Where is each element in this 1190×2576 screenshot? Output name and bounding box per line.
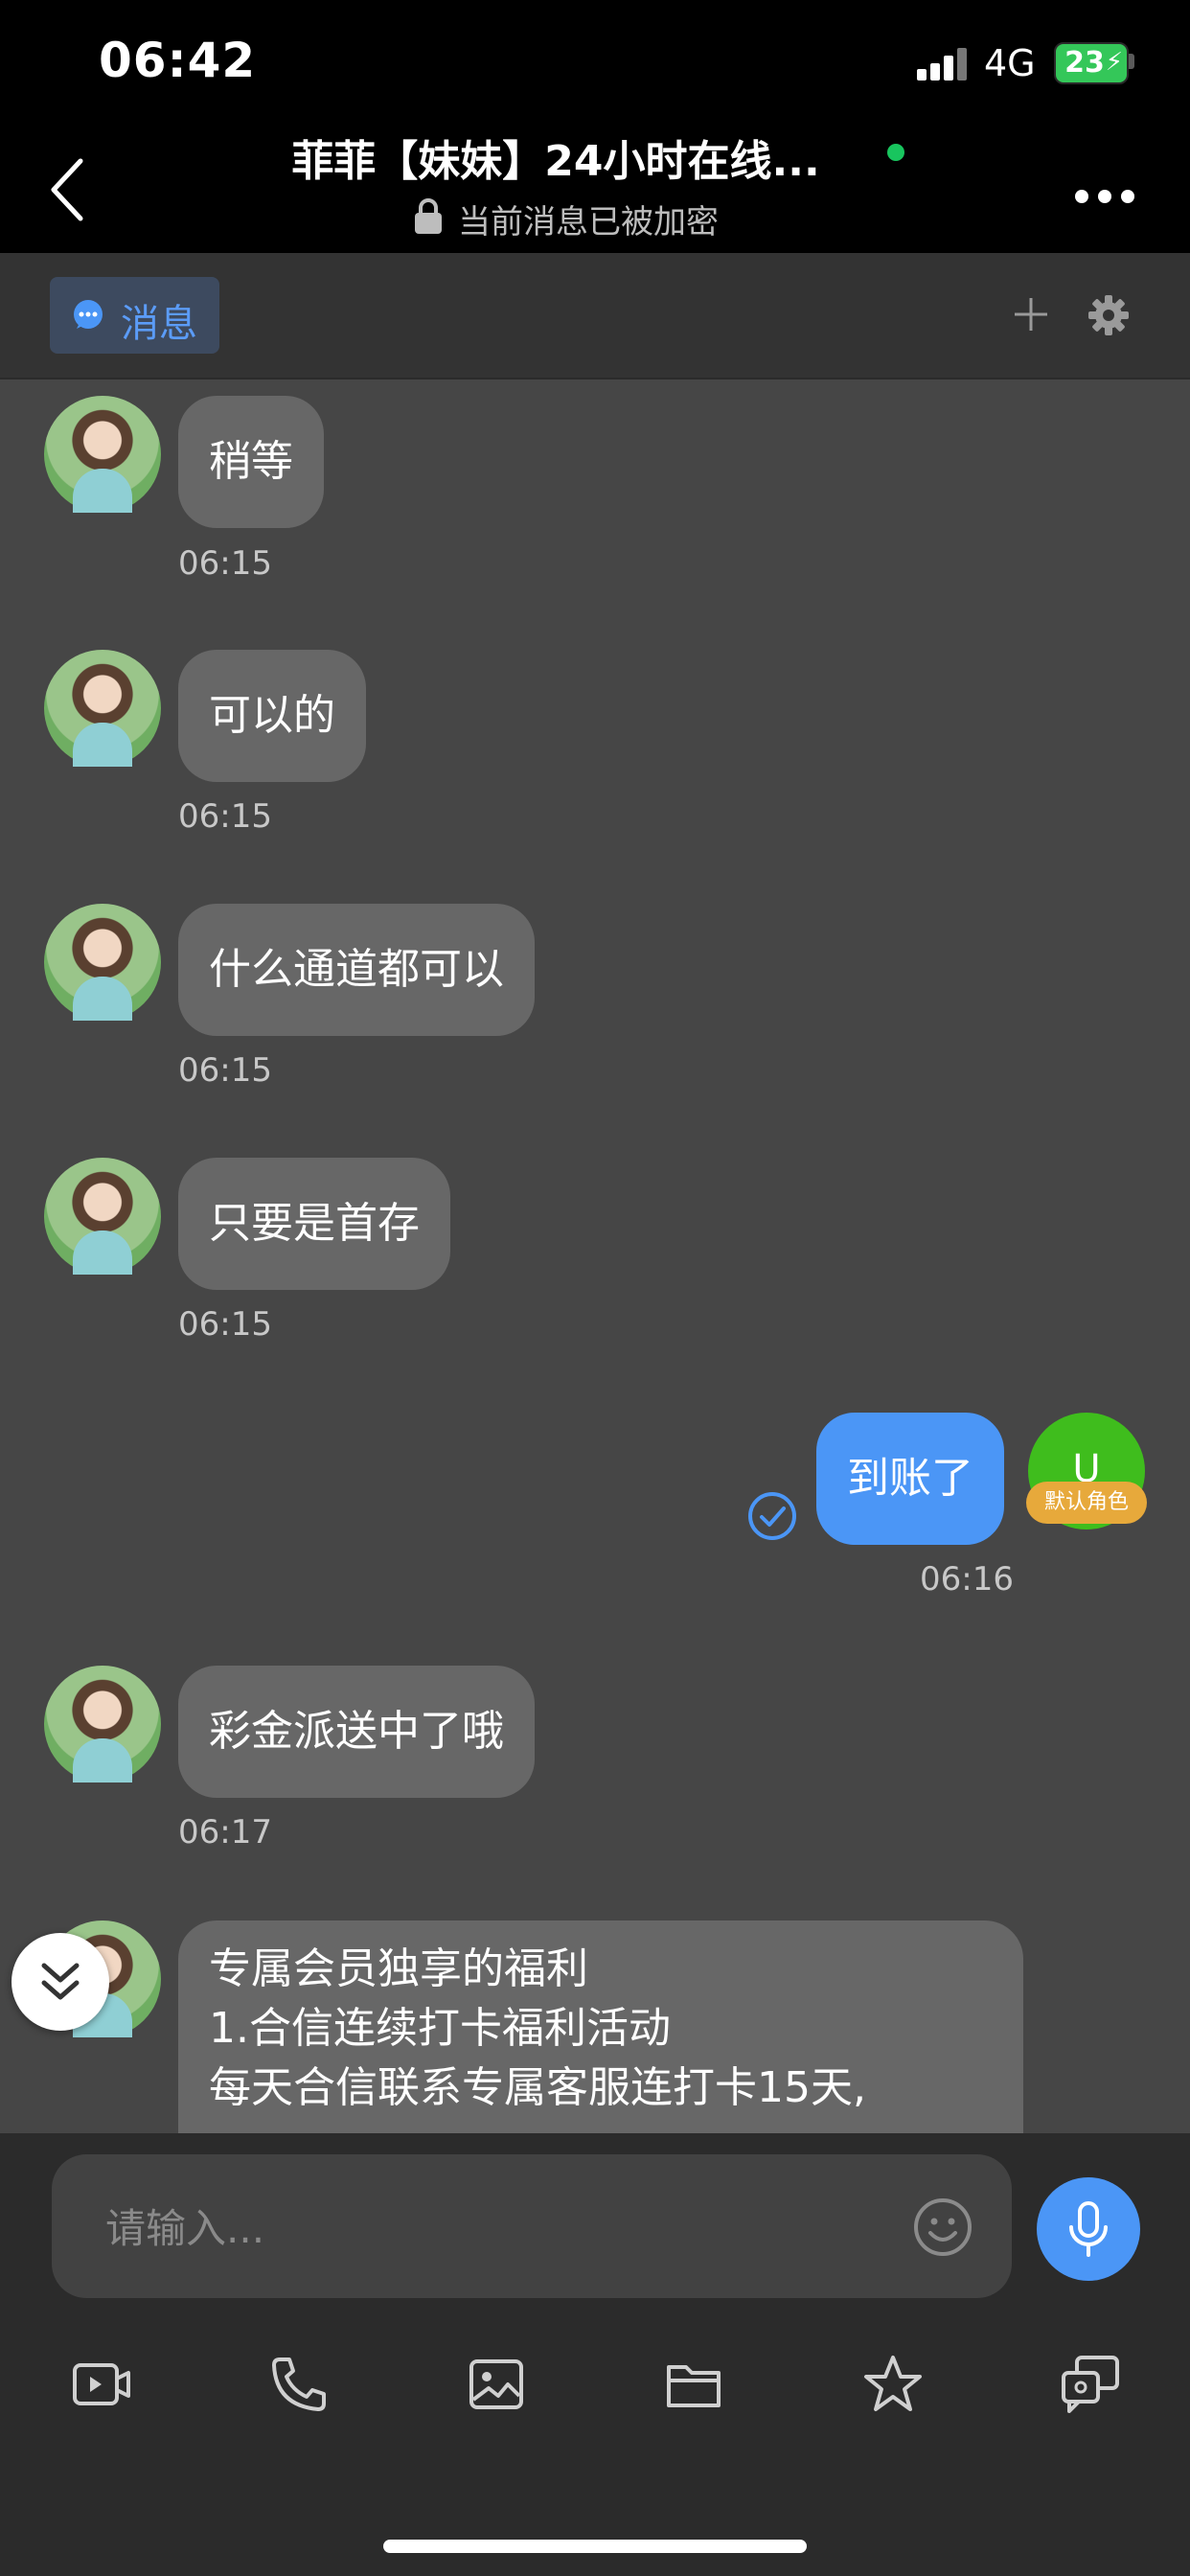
video-message-icon[interactable]	[69, 2352, 134, 2417]
role-badge: 默认角色	[1026, 1482, 1147, 1524]
battery-icon: 23 ⚡	[1054, 42, 1129, 84]
message-time: 06:15	[178, 1305, 272, 1344]
message-bubble-outgoing[interactable]: 到账了	[816, 1413, 1004, 1545]
contact-avatar[interactable]	[44, 1158, 161, 1275]
message-line: 每天合信联系专属客服连打卡15天,	[209, 2063, 866, 2112]
contact-avatar[interactable]	[44, 904, 161, 1021]
contact-avatar[interactable]	[44, 1666, 161, 1782]
lock-icon	[415, 198, 442, 234]
message-time: 06:17	[178, 1813, 272, 1852]
message-line: 1.合信连续打卡福利活动	[209, 2004, 671, 2053]
tab-messages[interactable]: 消息	[50, 277, 219, 354]
message-bubble-long[interactable]: 专属会员独享的福利 1.合信连续打卡福利活动 每天合信联系专属客服连打卡15天,	[178, 1920, 1023, 2133]
message-bubble[interactable]: 稍等	[178, 396, 324, 528]
emoji-icon[interactable]	[912, 2196, 973, 2258]
microphone-icon	[1069, 2201, 1108, 2257]
scroll-to-bottom-button[interactable]	[11, 1933, 109, 2031]
home-indicator[interactable]	[383, 2540, 807, 2553]
folder-icon[interactable]	[661, 2352, 726, 2417]
message-bubble[interactable]: 彩金派送中了哦	[178, 1666, 535, 1798]
encryption-notice: 当前消息已被加密	[458, 203, 719, 242]
message-input[interactable]: 请输入...	[52, 2154, 1012, 2298]
quick-reply-icon[interactable]	[1058, 2352, 1123, 2417]
message-input-placeholder: 请输入...	[105, 2205, 265, 2252]
tab-bar: 消息	[0, 253, 1190, 380]
read-receipt-icon	[748, 1492, 796, 1540]
chat-title: 菲菲【妹妹】24小时在线...	[291, 137, 820, 186]
gear-icon[interactable]	[1088, 295, 1129, 335]
message-line: 专属会员独享的福利	[209, 1944, 588, 1993]
image-icon[interactable]	[464, 2352, 529, 2417]
plus-icon[interactable]	[1012, 295, 1050, 334]
chat-header: 菲菲【妹妹】24小时在线... 当前消息已被加密	[0, 126, 1190, 253]
online-status-dot	[887, 144, 904, 161]
chevron-left-icon	[51, 158, 83, 221]
message-time: 06:15	[178, 1051, 272, 1090]
message-bubble[interactable]: 只要是首存	[178, 1158, 450, 1290]
message-time: 06:15	[178, 797, 272, 836]
battery-cap	[1129, 54, 1134, 69]
charging-icon: ⚡	[1105, 48, 1123, 77]
network-type: 4G	[984, 42, 1036, 84]
message-list[interactable]: 稍等 06:15 可以的 06:15 什么通道都可以 06:15 只要是首存 0…	[0, 380, 1190, 2133]
more-options-button[interactable]	[1075, 184, 1144, 213]
input-bar: 请输入...	[0, 2133, 1190, 2576]
message-time: 06:15	[178, 544, 272, 583]
contact-avatar[interactable]	[44, 650, 161, 767]
signal-icon	[917, 48, 969, 80]
double-chevron-down-icon	[41, 1963, 80, 2000]
message-bubble[interactable]: 可以的	[178, 650, 366, 782]
message-time: 06:16	[920, 1560, 1014, 1598]
message-bubble[interactable]: 什么通道都可以	[178, 904, 535, 1036]
voice-input-button[interactable]	[1037, 2177, 1140, 2281]
back-button[interactable]	[42, 151, 100, 228]
star-icon[interactable]	[860, 2352, 926, 2417]
contact-avatar[interactable]	[44, 396, 161, 513]
phone-icon[interactable]	[266, 2352, 332, 2417]
tab-messages-label: 消息	[121, 302, 197, 346]
status-time: 06:42	[99, 33, 257, 88]
chat-bubble-icon	[74, 300, 103, 329]
status-bar: 06:42 4G 23 ⚡	[0, 0, 1190, 126]
